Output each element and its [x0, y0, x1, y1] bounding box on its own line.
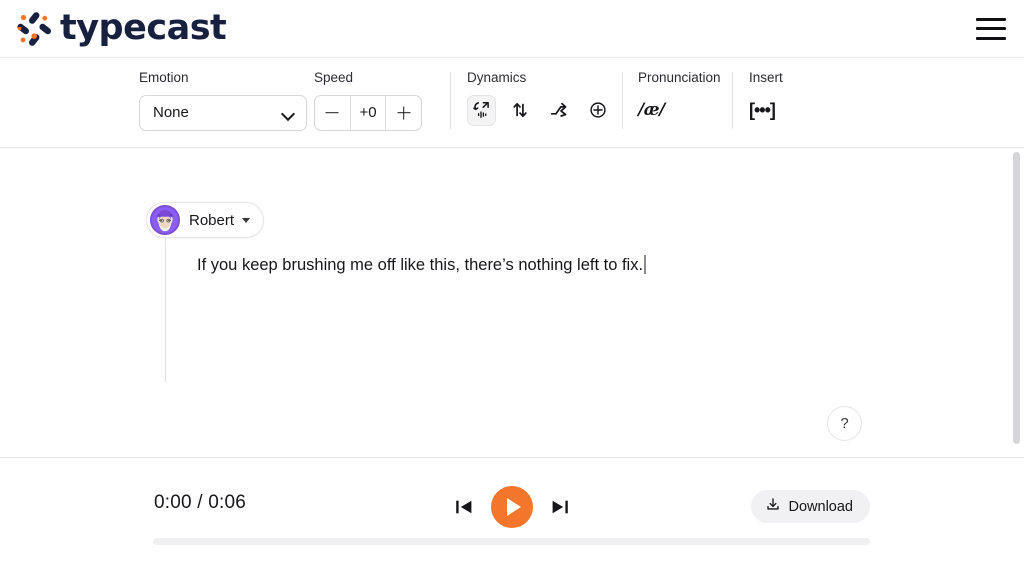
speed-stepper: +0 — [314, 94, 422, 131]
speed-value: +0 — [349, 95, 386, 130]
play-button[interactable] — [491, 486, 533, 528]
dynamics-label: Dynamics — [467, 70, 527, 85]
emotion-select-value: None — [153, 104, 189, 121]
pitch-icon[interactable] — [506, 95, 535, 126]
pronunciation-ipa-icon[interactable]: /æ/ — [638, 95, 665, 126]
hamburger-menu-icon[interactable] — [976, 17, 1006, 40]
pronunciation-label: Pronunciation — [638, 70, 721, 85]
typecast-logo-icon — [14, 9, 54, 49]
intonation-icon[interactable] — [467, 94, 496, 126]
app-header: typecast — [0, 0, 1024, 57]
speaker-name: Robert — [189, 211, 235, 229]
insert-glyph: [•••] — [749, 99, 776, 120]
speed-decrement-button[interactable] — [315, 96, 350, 130]
editor-toolbar: Emotion None Speed +0 Dynamics Pronuncia… — [0, 57, 1024, 148]
skip-forward-icon[interactable] — [549, 496, 571, 518]
emotion-label: Emotion — [139, 70, 189, 85]
script-text-content: If you keep brushing me off like this, t… — [197, 256, 644, 274]
script-text-line[interactable]: If you keep brushing me off like this, t… — [197, 253, 646, 278]
pronunciation-glyph: /æ/ — [638, 100, 665, 120]
editor-scrollbar[interactable] — [1013, 152, 1020, 453]
chevron-down-icon — [282, 109, 295, 117]
toolbar-group-insert: Insert [•••] — [732, 58, 822, 147]
download-button[interactable]: Download — [750, 490, 870, 523]
add-dynamics-icon[interactable] — [583, 95, 612, 126]
script-block: Robert If you keep brushing me off like … — [146, 202, 646, 382]
playback-time: 0:00 / 0:06 — [154, 492, 246, 513]
speed-increment-button[interactable] — [385, 95, 421, 130]
playback-seek-bar[interactable] — [153, 538, 870, 545]
script-editor[interactable]: Robert If you keep brushing me off like … — [0, 148, 1024, 457]
brand-wordmark: typecast — [60, 8, 227, 48]
block-thread-line — [165, 238, 166, 382]
play-icon — [507, 498, 521, 516]
text-cursor — [644, 255, 646, 274]
hamburger-bar — [976, 27, 1006, 30]
toolbar-group-speed: Speed +0 — [314, 58, 450, 147]
insert-label: Insert — [749, 70, 783, 85]
toolbar-group-emotion: Emotion None — [139, 58, 314, 147]
brand-logo[interactable]: typecast — [14, 8, 227, 49]
help-label: ? — [840, 415, 849, 432]
player-bar: 0:00 / 0:06 Download — [0, 457, 1024, 575]
help-button[interactable]: ? — [827, 406, 862, 441]
hamburger-bar — [976, 36, 1006, 40]
tempo-icon[interactable] — [545, 95, 574, 126]
speaker-selector[interactable]: Robert — [146, 202, 265, 238]
insert-pause-icon[interactable]: [•••] — [749, 95, 776, 126]
hamburger-bar — [976, 17, 1006, 21]
download-label: Download — [788, 498, 854, 515]
transport-controls — [453, 486, 571, 528]
emotion-select[interactable]: None — [139, 94, 307, 131]
skip-back-icon[interactable] — [453, 496, 475, 518]
toolbar-group-pronunciation: Pronunciation /æ/ — [622, 58, 732, 147]
toolbar-group-dynamics: Dynamics — [450, 58, 622, 147]
speed-label: Speed — [314, 70, 354, 85]
chevron-down-icon — [242, 217, 251, 223]
download-icon — [765, 497, 781, 517]
speaker-avatar — [150, 205, 180, 235]
editor-scrollbar-thumb[interactable] — [1013, 152, 1020, 444]
